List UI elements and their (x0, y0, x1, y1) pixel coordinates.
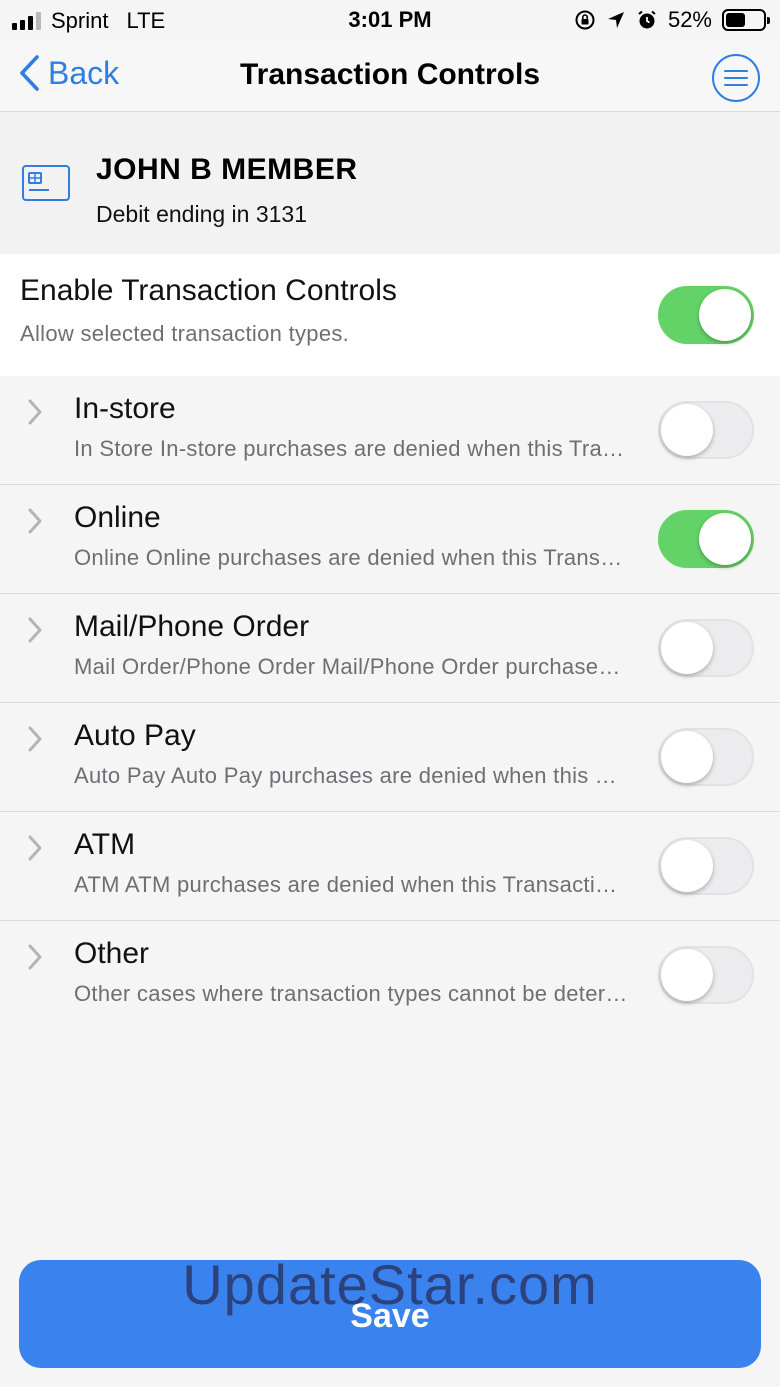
toggle-knob (699, 513, 751, 565)
credit-card-icon (22, 165, 70, 201)
enable-controls-section: Enable Transaction Controls Allow select… (0, 254, 780, 376)
chevron-right-icon (28, 617, 42, 643)
location-icon (607, 12, 624, 28)
control-title: ATM (74, 828, 136, 861)
status-bar: Sprint LTE 3:01 PM 52% (0, 0, 780, 40)
navigation-bar: Back Transaction Controls (0, 40, 780, 112)
control-title: Auto Pay (74, 719, 196, 752)
control-row-online[interactable]: Online Online Online purchases are denied… (0, 485, 780, 594)
control-toggle[interactable] (658, 619, 754, 677)
transaction-controls-list: In-store In Store In-store purchases are … (0, 376, 780, 1030)
enable-controls-subtitle: Allow selected transaction types. (20, 321, 350, 346)
control-row-auto-pay[interactable]: Auto Pay Auto Pay Auto Pay purchases are … (0, 703, 780, 812)
toggle-knob (661, 404, 713, 456)
status-right: 52% (574, 7, 770, 33)
control-title: Other (74, 937, 150, 970)
chevron-right-icon (28, 835, 42, 861)
control-toggle[interactable] (658, 837, 754, 895)
control-description: Auto Pay Auto Pay purchases are denied w… (74, 763, 629, 788)
chevron-right-icon (28, 399, 42, 425)
control-description: In Store In-store purchases are denied w… (74, 436, 629, 461)
toggle-knob (661, 840, 713, 892)
card-holder-name: JOHN B MEMBER (96, 153, 358, 186)
chevron-right-icon (28, 944, 42, 970)
control-title: Mail/Phone Order (74, 610, 310, 643)
alarm-icon (638, 10, 656, 29)
enable-controls-title: Enable Transaction Controls (20, 274, 397, 307)
hamburger-menu-icon[interactable] (712, 54, 760, 102)
control-description: ATM ATM purchases are denied when this T… (74, 872, 629, 897)
toggle-knob (699, 289, 751, 341)
control-description: Mail Order/Phone Order Mail/Phone Order … (74, 654, 629, 679)
enable-controls-toggle[interactable] (658, 286, 754, 344)
control-row-mail-phone-order[interactable]: Mail/Phone Order Mail Order/Phone Order M… (0, 594, 780, 703)
battery-percent: 52% (667, 7, 712, 32)
toggle-knob (661, 622, 713, 674)
page-title: Transaction Controls (239, 58, 541, 91)
chevron-right-icon (28, 726, 42, 752)
control-description: Online Online purchases are denied when … (74, 545, 629, 570)
control-row-other[interactable]: Other Other cases where transaction types… (0, 921, 780, 1030)
control-toggle[interactable] (658, 946, 754, 1004)
chevron-right-icon (28, 508, 42, 534)
control-toggle[interactable] (658, 401, 754, 459)
control-title: In-store (74, 392, 176, 425)
control-row-in-store[interactable]: In-store In Store In-store purchases are … (0, 376, 780, 485)
save-button[interactable]: Save (19, 1260, 761, 1368)
card-description: Debit ending in 3131 (96, 201, 307, 227)
toggle-knob (661, 949, 713, 1001)
control-title: Online (74, 501, 161, 534)
toggle-knob (661, 731, 713, 783)
battery-fill (726, 13, 745, 27)
control-description: Other cases where transaction types cann… (74, 981, 629, 1006)
battery-icon (722, 9, 770, 31)
control-toggle[interactable] (658, 728, 754, 786)
card-header: JOHN B MEMBER Debit ending in 3131 (0, 113, 780, 253)
control-toggle[interactable] (658, 510, 754, 568)
control-row-atm[interactable]: ATM ATM ATM purchases are denied when thi… (0, 812, 780, 921)
orientation-lock-icon (575, 10, 595, 30)
